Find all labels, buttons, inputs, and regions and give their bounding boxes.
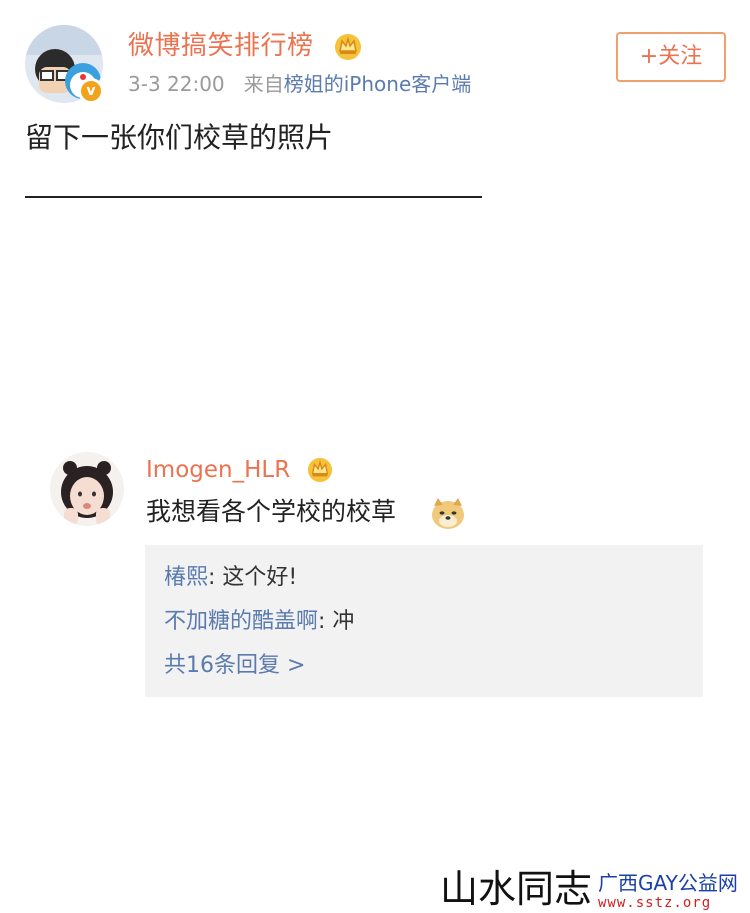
commenter-username[interactable]: Imogen_HLR — [146, 455, 290, 485]
verified-badge-icon: v — [78, 78, 104, 104]
commenter-avatar[interactable] — [50, 452, 124, 526]
watermark-url: www.sstz.org — [598, 895, 712, 911]
divider — [25, 196, 482, 198]
crown-icon — [335, 34, 361, 60]
post-meta: 3-3 22:00 来自榜姐的iPhone客户端 — [128, 70, 471, 98]
source-prefix: 来自 — [243, 72, 284, 96]
comment-text: 我想看各个学校的校草 — [146, 497, 397, 526]
author-name[interactable]: 微博搞笑排行榜 — [128, 30, 314, 62]
reply-text: 这个好! — [222, 565, 298, 590]
reply-user[interactable]: 不加糖的酷盖啊 — [164, 609, 318, 634]
reply-item: 不加糖的酷盖啊: 冲 — [164, 606, 354, 638]
post-time: 3-3 22:00 — [128, 72, 225, 96]
reply-item: 椿熙: 这个好! — [164, 562, 297, 594]
reply-text: 冲 — [332, 609, 355, 634]
post-text: 留下一张你们校草的照片 — [25, 121, 334, 154]
reply-user[interactable]: 椿熙 — [164, 565, 208, 590]
reply-sep: : — [208, 565, 223, 590]
watermark-main: 山水同志 — [440, 867, 593, 911]
source-link[interactable]: 榜姐的iPhone客户端 — [284, 72, 472, 96]
doge-emoji-icon — [432, 498, 464, 529]
follow-button[interactable]: +关注 — [616, 32, 726, 82]
crown-icon — [307, 457, 333, 482]
reply-sep: : — [318, 609, 333, 634]
more-replies-link[interactable]: 共16条回复 > — [164, 650, 305, 682]
watermark-site-name: 广西GAY公益网 — [598, 871, 738, 895]
